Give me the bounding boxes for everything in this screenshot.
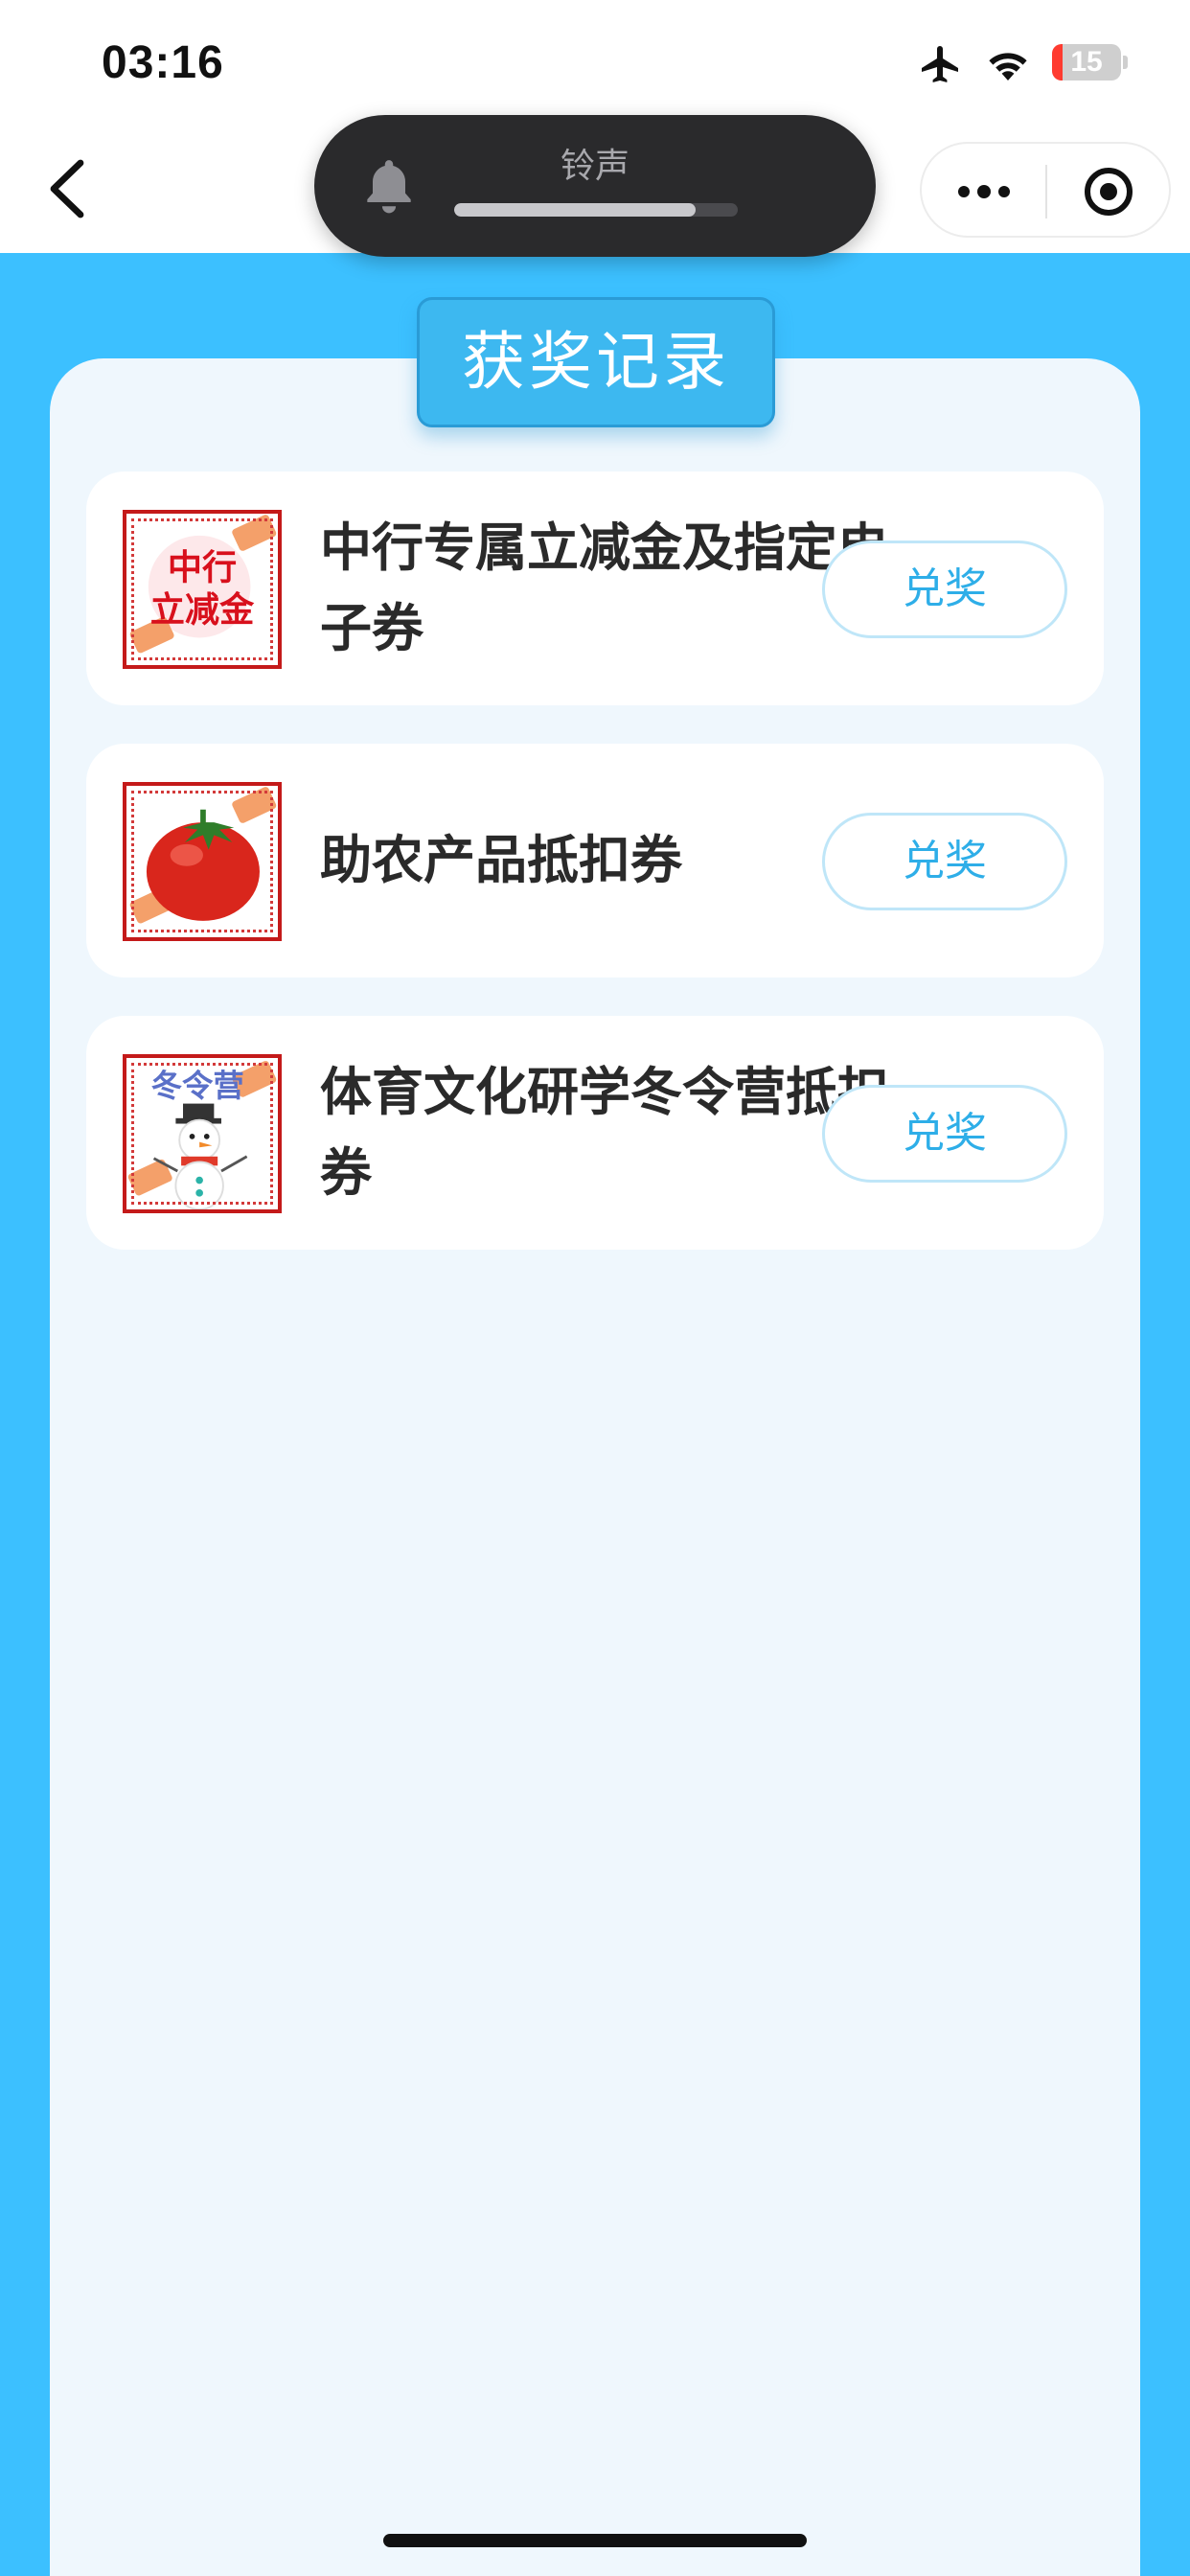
ringer-volume-hud: 铃声 bbox=[314, 115, 876, 257]
redeem-button[interactable]: 兑奖 bbox=[822, 540, 1067, 638]
wifi-icon bbox=[989, 53, 1027, 80]
thumb-text-line1: 冬令营 bbox=[151, 1068, 244, 1104]
snowman-icon: 冬令营 bbox=[123, 1054, 282, 1213]
prize-card: 中行 立减金 中行专属立减金及指定电子券 兑奖 bbox=[86, 472, 1104, 705]
battery-cap bbox=[1123, 56, 1128, 69]
volume-slider[interactable] bbox=[454, 203, 738, 217]
prize-name: 中行专属立减金及指定电子券 bbox=[320, 518, 889, 658]
close-target-icon[interactable] bbox=[1047, 144, 1171, 236]
prize-card: 助农产品抵扣券 兑奖 bbox=[86, 744, 1104, 978]
airplane-mode-icon bbox=[922, 46, 958, 82]
tomato-icon bbox=[123, 782, 282, 941]
ringer-title: 铃声 bbox=[560, 147, 629, 186]
thumb-text-line1: 中行 bbox=[168, 547, 237, 588]
redeem-button[interactable]: 兑奖 bbox=[822, 1085, 1067, 1183]
thumb-text-line2: 立减金 bbox=[150, 588, 255, 630]
miniprogram-capsule bbox=[920, 142, 1171, 238]
prize-card: 冬令营 体育文化研学冬令营抵扣券 兑奖 bbox=[86, 1016, 1104, 1250]
redeem-button[interactable]: 兑奖 bbox=[822, 813, 1067, 910]
battery-icon: 15 bbox=[1052, 44, 1121, 80]
status-time: 03:16 bbox=[102, 37, 224, 88]
volume-fill bbox=[454, 203, 696, 217]
more-dots-icon[interactable] bbox=[922, 144, 1045, 236]
page-title: 获奖记录 bbox=[417, 297, 775, 427]
status-bar: 03:16 15 bbox=[0, 0, 1190, 125]
prize-thumbnail-bank: 中行 立减金 bbox=[123, 510, 282, 669]
prize-name: 体育文化研学冬令营抵扣券 bbox=[320, 1062, 889, 1203]
prize-name: 助农产品抵扣券 bbox=[320, 830, 682, 890]
chevron-left-icon[interactable] bbox=[38, 157, 96, 220]
home-indicator[interactable] bbox=[383, 2534, 807, 2547]
battery-percentage: 15 bbox=[1070, 46, 1103, 78]
